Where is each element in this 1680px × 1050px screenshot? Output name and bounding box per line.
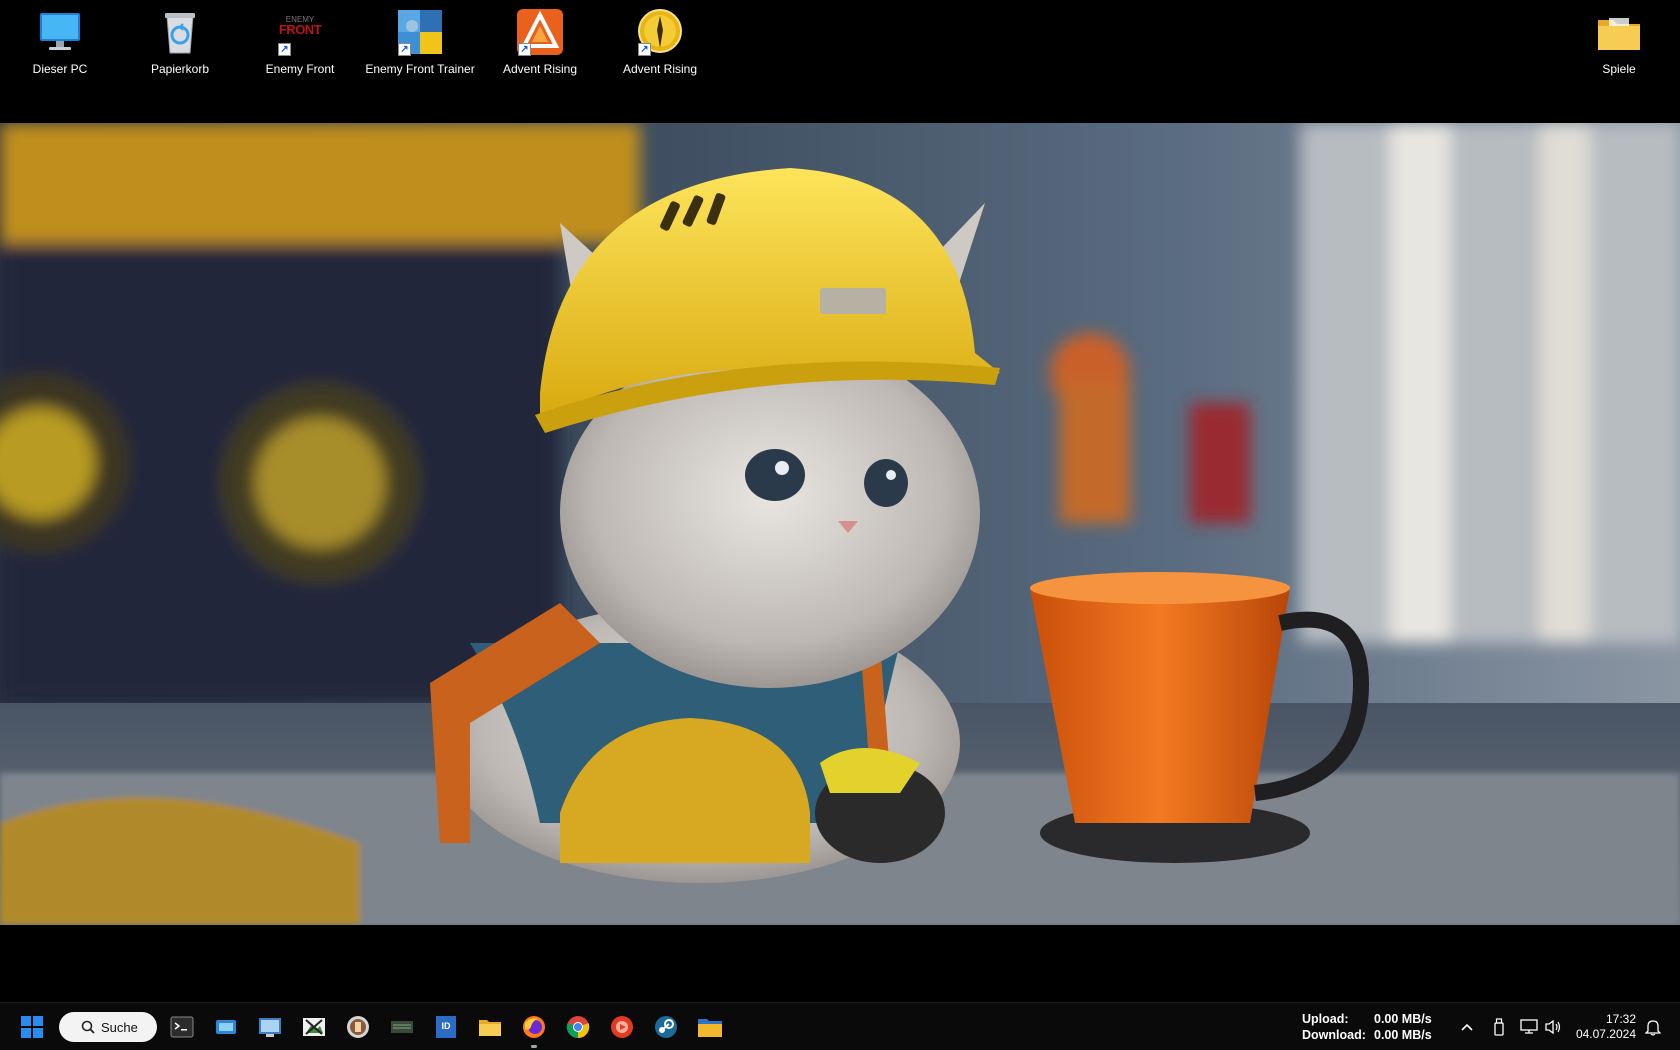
media-player-icon: [611, 1016, 633, 1038]
trainer-app-icon: ↗: [396, 8, 444, 56]
taskbar-app-12[interactable]: [606, 1011, 638, 1043]
download-value: 0.00 MB/s: [1374, 1028, 1432, 1042]
taskbar-app-7[interactable]: ID: [430, 1011, 462, 1043]
start-button[interactable]: [16, 1011, 48, 1043]
folder-icon: [479, 1020, 501, 1036]
clock-date: 04.07.2024: [1575, 1027, 1636, 1041]
enemy-front-logo-text: FRONT: [278, 22, 322, 37]
desktop-icon-papierkorb[interactable]: Papierkorb: [124, 8, 236, 76]
network-icon: [1520, 1019, 1538, 1034]
shortcut-arrow-icon: ↗: [518, 43, 531, 56]
advent-rising-gold-icon: ↗: [636, 8, 684, 56]
system-clock[interactable]: 17:32 04.07.2024: [1572, 1012, 1636, 1042]
usb-drive-icon: [1494, 1018, 1504, 1036]
terminal-icon: [170, 1016, 194, 1038]
image-editor-icon: [303, 1018, 325, 1036]
tray-overflow-button[interactable]: [1457, 1017, 1477, 1037]
upload-value: 0.00 MB/s: [1374, 1012, 1432, 1026]
chevron-up-icon: [1461, 1023, 1473, 1031]
desktop-icon-label: Spiele: [1602, 62, 1636, 76]
desktop-icon-label: Enemy Front Trainer: [365, 62, 475, 76]
taskbar-app-5[interactable]: [342, 1011, 374, 1043]
taskbar-app-3[interactable]: [254, 1011, 286, 1043]
taskbar-app-2[interactable]: [210, 1011, 242, 1043]
photo-app-icon: [347, 1016, 369, 1038]
desktop-icon-advent-rising-1[interactable]: ↗ Advent Rising: [484, 8, 596, 76]
desktop-icon-label: Papierkorb: [150, 62, 210, 76]
notifications-button[interactable]: [1643, 1017, 1663, 1037]
clock-time: 17:32: [1605, 1012, 1636, 1026]
shortcut-arrow-icon: ↗: [638, 43, 651, 56]
tray-usb[interactable]: [1489, 1017, 1509, 1037]
desktop-icon-advent-rising-2[interactable]: ↗ Advent Rising: [604, 8, 716, 76]
enemy-front-icon: ENEMY FRONT ↗: [276, 8, 324, 56]
taskbar-firefox[interactable]: [518, 1011, 550, 1048]
desktop-icon-label: Dieser PC: [32, 62, 88, 76]
shortcut-arrow-icon: ↗: [278, 43, 291, 56]
desktop-icon-label: Advent Rising: [622, 62, 698, 76]
desktop-icon-enemy-front-trainer[interactable]: ↗ Enemy Front Trainer: [364, 8, 476, 76]
folder-icon: [698, 1019, 722, 1037]
download-label: Download:: [1302, 1028, 1366, 1042]
search-icon: [81, 1020, 95, 1037]
taskbar-folder-spiele[interactable]: [694, 1011, 726, 1043]
steam-icon: [655, 1016, 677, 1038]
blue-window-app-icon: [216, 1020, 236, 1034]
shortcut-arrow-icon: ↗: [398, 43, 411, 56]
folder-icon: [1595, 8, 1643, 56]
speaker-icon: [1545, 1019, 1561, 1035]
desktop-icon-enemy-front[interactable]: ENEMY FRONT ↗ Enemy Front: [244, 8, 356, 76]
id-app-icon: ID: [436, 1016, 456, 1038]
taskbar-app-4[interactable]: [298, 1011, 330, 1043]
advent-rising-icon: ↗: [516, 8, 564, 56]
computer-icon: [36, 8, 84, 56]
taskbar-steam[interactable]: [650, 1011, 682, 1043]
upload-label: Upload:: [1302, 1012, 1349, 1026]
desktop-wallpaper: [0, 123, 1680, 925]
chrome-icon: [566, 1016, 590, 1039]
desktop-icon-label: Enemy Front: [265, 62, 335, 76]
tray-volume[interactable]: [1543, 1017, 1563, 1037]
running-indicator: [531, 1045, 537, 1048]
remote-desktop-icon: [259, 1018, 281, 1037]
svg-text:ID: ID: [442, 1021, 452, 1031]
hardware-monitor-icon: [391, 1021, 413, 1033]
recycle-bin-icon: [156, 8, 204, 56]
windows-logo-icon: [21, 1016, 43, 1038]
taskbar-file-explorer[interactable]: [474, 1011, 506, 1043]
taskbar-terminal[interactable]: [166, 1011, 198, 1043]
bell-icon: [1645, 1020, 1661, 1036]
firefox-icon: [523, 1016, 545, 1038]
taskbar: Suche ID Upload: 0.00 MB/s Download: 0.0…: [0, 1002, 1680, 1050]
network-speed-widget: Upload: 0.00 MB/s Download: 0.00 MB/s: [1302, 1011, 1432, 1043]
taskbar-app-6[interactable]: [386, 1011, 418, 1043]
desktop-icon-label: Advent Rising: [502, 62, 578, 76]
desktop-icon-spiele[interactable]: Spiele: [1563, 8, 1675, 76]
desktop-icon-dieser-pc[interactable]: Dieser PC: [4, 8, 116, 76]
taskbar-chrome[interactable]: [562, 1011, 594, 1043]
tray-network[interactable]: [1519, 1017, 1539, 1037]
taskbar-search[interactable]: Suche: [59, 1012, 157, 1042]
search-label: Suche: [101, 1019, 138, 1035]
